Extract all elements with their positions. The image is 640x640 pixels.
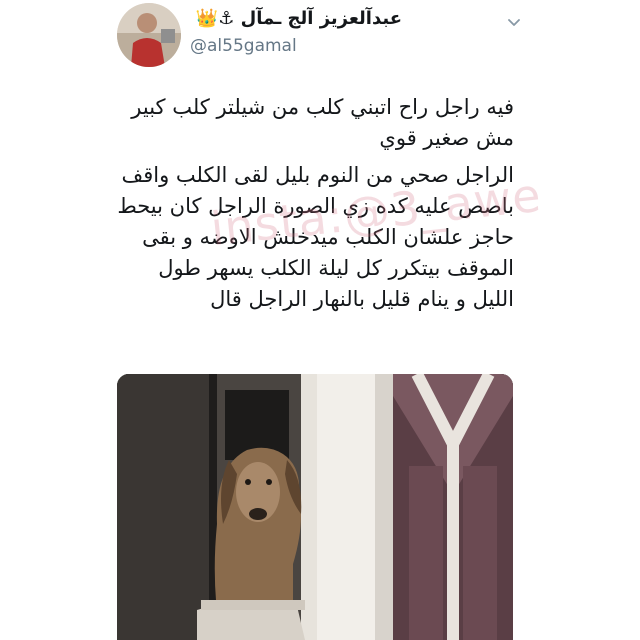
user-handle[interactable]: @al55gamal: [190, 36, 297, 56]
display-name[interactable]: عبدآلعزيز آلج ـمآل ⚓👑: [196, 8, 402, 29]
tweet-paragraph: فيه راجل راح اتبني كلب من شيلتر كلب كبير…: [131, 95, 514, 150]
chevron-down-icon[interactable]: [506, 14, 522, 30]
dog-photo: [117, 374, 513, 640]
tweet-photo[interactable]: [117, 374, 513, 640]
avatar[interactable]: [117, 3, 181, 67]
tweet-header: عبدآلعزيز آلج ـمآل ⚓👑 @al55gamal: [0, 0, 640, 80]
avatar-photo: [117, 3, 181, 67]
